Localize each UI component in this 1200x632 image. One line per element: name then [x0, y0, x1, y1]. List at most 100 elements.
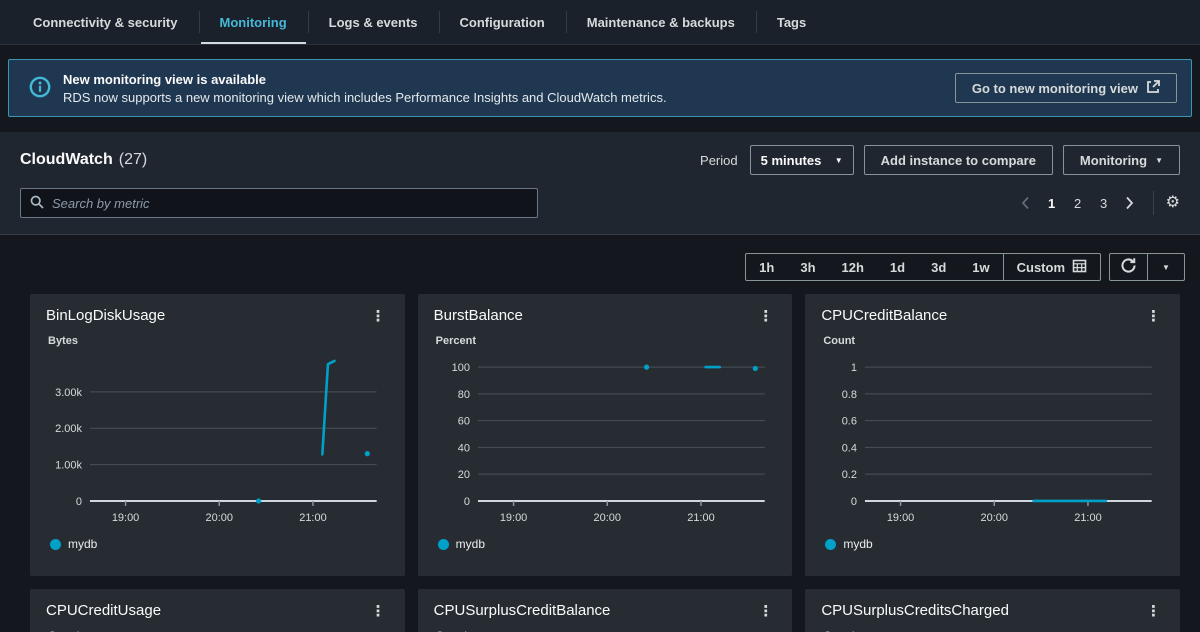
calendar-icon — [1072, 258, 1087, 276]
pager-divider — [1153, 191, 1154, 215]
banner-title: New monitoring view is available — [63, 72, 667, 87]
card-title: BurstBalance — [434, 307, 523, 324]
kebab-menu-icon[interactable]: ⋮ — [1143, 307, 1164, 325]
kebab-menu-icon[interactable]: ⋮ — [755, 307, 776, 325]
settings-gear-icon[interactable]: ⚙ — [1166, 195, 1180, 211]
card-header: CPUCreditUsage ⋮ — [46, 602, 389, 620]
card-title: CPUSurplusCreditsCharged — [821, 602, 1009, 619]
go-to-new-monitoring-view-button[interactable]: Go to new monitoring view — [955, 73, 1177, 103]
svg-text:0: 0 — [76, 496, 82, 508]
legend-item[interactable]: mydb — [438, 537, 777, 551]
card-header: BinLogDiskUsage⋮ — [46, 307, 389, 325]
period-label: Period — [700, 153, 738, 168]
chart-canvas[interactable]: 00.20.40.60.8119:0020:0021:00 — [821, 349, 1164, 535]
kebab-menu-icon[interactable]: ⋮ — [368, 602, 389, 620]
chart-canvas[interactable]: 01.00k2.00k3.00k19:0020:0021:00 — [46, 349, 389, 535]
time-range-custom[interactable]: Custom — [1003, 254, 1100, 280]
time-range-1d[interactable]: 1d — [877, 254, 918, 280]
svg-text:80: 80 — [457, 389, 469, 401]
cloudwatch-panel-header: CloudWatch (27) Period 5 minutes ▼ Add i… — [0, 132, 1200, 235]
tab-tags[interactable]: Tags — [756, 0, 827, 44]
tab-connectivity-security[interactable]: Connectivity & security — [12, 0, 199, 44]
page-button-3[interactable]: 3 — [1093, 191, 1115, 215]
svg-text:19:00: 19:00 — [887, 512, 914, 524]
svg-text:21:00: 21:00 — [687, 512, 714, 524]
refresh-icon — [1120, 257, 1137, 277]
button-label: Add instance to compare — [881, 153, 1036, 168]
metric-card-cpucreditusage: CPUCreditUsage⋮Count00.20.40.60.8119:002… — [30, 589, 405, 632]
svg-text:0.6: 0.6 — [842, 416, 857, 428]
legend-color-dot — [50, 539, 61, 550]
kebab-menu-icon[interactable]: ⋮ — [755, 602, 776, 620]
svg-text:2.00k: 2.00k — [55, 423, 82, 435]
search-input[interactable] — [52, 196, 528, 211]
external-link-icon — [1146, 80, 1160, 97]
time-range-row: 1h3h12h1d3d1w Custom ▼ — [0, 253, 1200, 281]
time-range-3d[interactable]: 3d — [918, 254, 959, 280]
card-header: CPUCreditBalance ⋮ — [821, 307, 1164, 325]
chart-unit-label: Count — [823, 335, 1164, 347]
metric-card-cpucreditbalance: CPUCreditBalance⋮Count00.20.40.60.8119:0… — [805, 294, 1180, 576]
banner-description: RDS now supports a new monitoring view w… — [63, 90, 667, 105]
svg-text:60: 60 — [457, 416, 469, 428]
metric-search-box — [20, 188, 538, 218]
tab-label: Configuration — [460, 15, 545, 30]
button-label: Go to new monitoring view — [972, 81, 1138, 96]
card-title: CPUCreditUsage — [46, 602, 161, 619]
svg-text:0.4: 0.4 — [842, 442, 857, 454]
card-title: CPUSurplusCreditBalance — [434, 602, 611, 619]
legend-item[interactable]: mydb — [825, 537, 1164, 551]
time-range-group: 1h3h12h1d3d1w Custom — [745, 253, 1101, 281]
page-button-1[interactable]: 1 — [1041, 191, 1063, 215]
time-range-1h[interactable]: 1h — [746, 254, 787, 280]
banner-text: New monitoring view is available RDS now… — [63, 72, 667, 105]
metric-card-binlogdiskusage: BinLogDiskUsage⋮Bytes01.00k2.00k3.00k19:… — [30, 294, 405, 576]
tab-monitoring[interactable]: Monitoring — [199, 0, 308, 44]
button-label: Monitoring — [1080, 153, 1147, 168]
svg-text:0: 0 — [851, 496, 857, 508]
monitoring-dropdown-button[interactable]: Monitoring ▼ — [1063, 145, 1180, 175]
tab-configuration[interactable]: Configuration — [439, 0, 566, 44]
legend-label: mydb — [456, 537, 485, 551]
add-instance-to-compare-button[interactable]: Add instance to compare — [864, 145, 1053, 175]
search-icon — [30, 195, 44, 212]
page-button-2[interactable]: 2 — [1067, 191, 1089, 215]
svg-text:0: 0 — [464, 496, 470, 508]
svg-text:1: 1 — [851, 362, 857, 374]
svg-text:3.00k: 3.00k — [55, 387, 82, 399]
tab-label: Monitoring — [220, 15, 287, 30]
chart-canvas[interactable]: 02040608010019:0020:0021:00 — [434, 349, 777, 535]
refresh-options-button[interactable]: ▼ — [1147, 254, 1184, 280]
metric-card-cpusurpluscreditscharged: CPUSurplusCreditsCharged⋮Count00.20.40.6… — [805, 589, 1180, 632]
previous-page-button[interactable] — [1015, 191, 1037, 215]
tab-logs-events[interactable]: Logs & events — [308, 0, 439, 44]
legend-label: mydb — [843, 537, 872, 551]
legend-item[interactable]: mydb — [50, 537, 389, 551]
metric-cards-grid: BinLogDiskUsage⋮Bytes01.00k2.00k3.00k19:… — [0, 294, 1200, 632]
metric-card-burstbalance: BurstBalance⋮Percent02040608010019:0020:… — [418, 294, 793, 576]
custom-label: Custom — [1017, 260, 1065, 275]
tab-label: Tags — [777, 15, 806, 30]
time-range-12h[interactable]: 12h — [829, 254, 877, 280]
legend-color-dot — [438, 539, 449, 550]
kebab-menu-icon[interactable]: ⋮ — [368, 307, 389, 325]
next-page-button[interactable] — [1119, 191, 1141, 215]
chart-unit-label: Bytes — [48, 335, 389, 347]
svg-text:100: 100 — [451, 362, 469, 374]
time-range-3h[interactable]: 3h — [787, 254, 828, 280]
refresh-button[interactable] — [1110, 254, 1147, 280]
tab-maintenance-backups[interactable]: Maintenance & backups — [566, 0, 756, 44]
tab-label: Logs & events — [329, 15, 418, 30]
svg-text:21:00: 21:00 — [299, 512, 326, 524]
kebab-menu-icon[interactable]: ⋮ — [1143, 602, 1164, 620]
period-value: 5 minutes — [761, 153, 822, 168]
chevron-down-icon: ▼ — [835, 157, 843, 165]
svg-text:40: 40 — [457, 442, 469, 454]
period-select[interactable]: 5 minutes ▼ — [750, 145, 854, 175]
svg-text:0.2: 0.2 — [842, 469, 857, 481]
card-title: CPUCreditBalance — [821, 307, 947, 324]
time-range-1w[interactable]: 1w — [959, 254, 1002, 280]
flash-banner-section: New monitoring view is available RDS now… — [0, 45, 1200, 125]
tab-label: Maintenance & backups — [587, 15, 735, 30]
info-banner: New monitoring view is available RDS now… — [8, 59, 1192, 117]
